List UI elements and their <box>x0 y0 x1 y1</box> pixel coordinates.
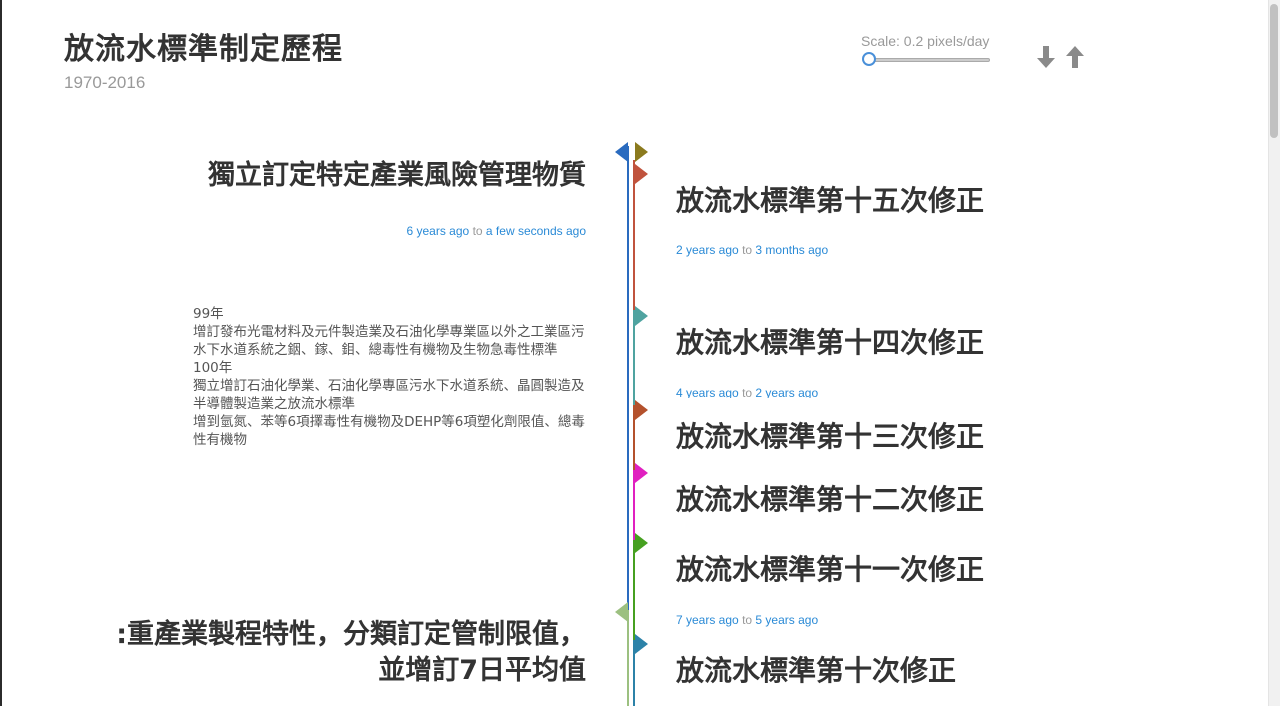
event-title[interactable]: 並增訂7日平均值 <box>378 653 586 689</box>
date-separator: to <box>742 243 753 257</box>
page-title: 放流水標準制定歷程 <box>64 32 343 67</box>
event-title[interactable]: 放流水標準第十一次修正 <box>676 548 984 588</box>
vertical-scrollbar[interactable] <box>1268 0 1280 706</box>
event-marker[interactable] <box>635 634 648 654</box>
timeline-spine-segment <box>627 610 629 706</box>
event-title[interactable]: 放流水標準第十五次修正 <box>676 179 984 219</box>
date-separator: to <box>472 224 483 238</box>
event-marker[interactable] <box>635 164 648 184</box>
event-dates: 2 years ago to 3 months ago <box>676 243 828 257</box>
event-marker[interactable] <box>615 142 628 162</box>
event-title[interactable]: 放流水標準第十三次修正 <box>676 415 984 455</box>
description-line: 增訂發布光電材料及元件製造業及石油化學專業區以外之工業區污水下水道系統之銦、鎵、… <box>193 324 585 358</box>
event-marker[interactable] <box>635 463 648 483</box>
description-line: 獨立增訂石油化學業、石油化學專區污水下水道系統、晶圓製造及半導體製造業之放流水標… <box>193 378 585 412</box>
description-line: 增到氫氮、苯等6項擇毒性有機物及DEHP等6項塑化劑限值、總毒性有機物 <box>193 414 585 448</box>
description-line: 100年 <box>193 360 233 376</box>
date-separator: to <box>742 386 753 398</box>
scale-slider-handle[interactable] <box>862 52 876 66</box>
date-to: a few seconds ago <box>485 224 586 238</box>
scrollbar-thumb[interactable] <box>1270 4 1278 138</box>
event-marker[interactable] <box>615 602 628 622</box>
event-dates: 4 years ago to 2 years ago <box>676 386 818 398</box>
scale-slider-track[interactable] <box>870 58 990 62</box>
date-from: 2 years ago <box>676 243 739 257</box>
date-from: 7 years ago <box>676 613 739 627</box>
event-title-line: :重產業製程特性，分類訂定管制限值， <box>116 619 586 650</box>
date-to: 2 years ago <box>755 386 819 398</box>
event-title[interactable]: :重產業製程特性，分類訂定管制限值， <box>56 617 586 653</box>
timeline-spine-segment <box>633 540 635 640</box>
page-subtitle: 1970-2016 <box>64 73 146 92</box>
event-marker[interactable] <box>635 142 648 162</box>
event-title[interactable]: 放流水標準第十次修正 <box>676 649 956 689</box>
scroll-down-button[interactable] <box>1034 44 1058 70</box>
event-title[interactable]: 放流水標準第十二次修正 <box>676 478 984 518</box>
date-to: 5 years ago <box>755 613 819 627</box>
date-to: 3 months ago <box>755 243 829 257</box>
date-from: 6 years ago <box>406 224 470 238</box>
event-marker[interactable] <box>635 533 648 553</box>
arrow-up-icon <box>1063 44 1087 70</box>
arrow-down-icon <box>1034 44 1058 70</box>
event-marker[interactable] <box>635 306 648 326</box>
date-from: 4 years ago <box>676 386 739 398</box>
event-title[interactable]: 獨立訂定特定產業風險管理物質 <box>208 158 586 194</box>
event-dates: 7 years ago to 5 years ago <box>676 613 818 627</box>
event-marker[interactable] <box>635 400 648 420</box>
event-title[interactable]: 放流水標準第十四次修正 <box>676 321 984 361</box>
date-separator: to <box>742 613 753 627</box>
scroll-up-button[interactable] <box>1063 44 1087 70</box>
scale-label: Scale: 0.2 pixels/day <box>861 33 990 49</box>
event-description: 99年 增訂發布光電材料及元件製造業及石油化學專業區以外之工業區污水下水道系統之… <box>193 305 589 449</box>
event-dates-clipped: 4 years ago to 2 years ago <box>676 386 1016 398</box>
event-dates: 6 years ago to a few seconds ago <box>407 224 587 238</box>
description-line: 99年 <box>193 306 224 322</box>
